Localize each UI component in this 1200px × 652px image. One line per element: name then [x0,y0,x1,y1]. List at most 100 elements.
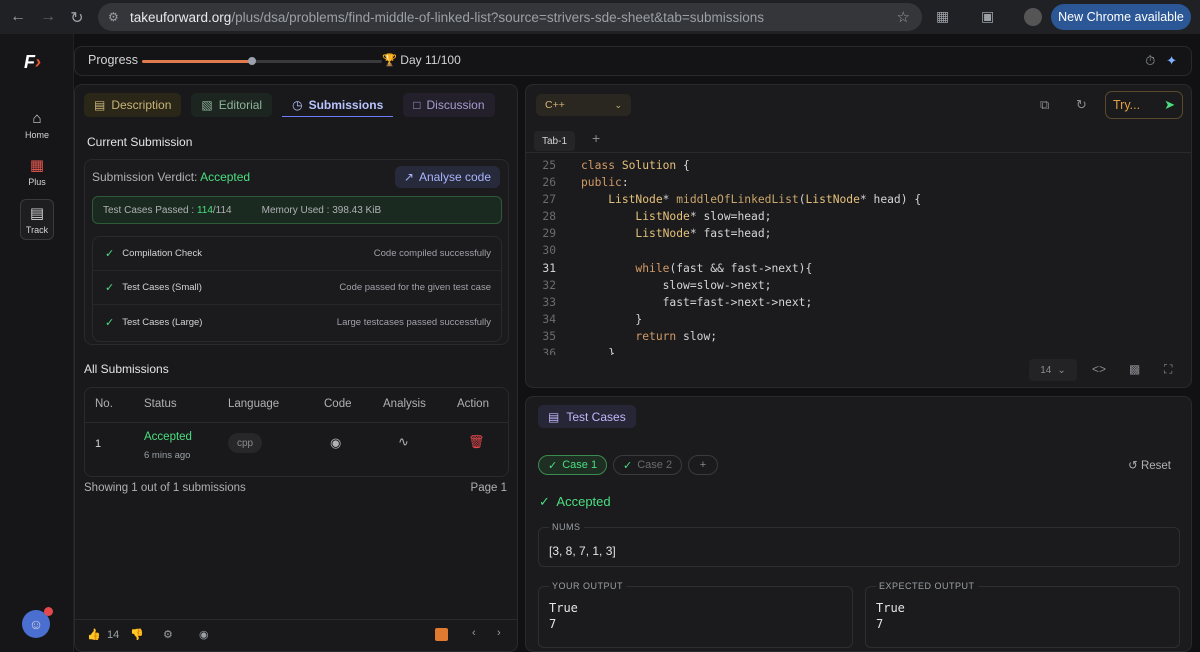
check-row: ✓Test Cases (Large)Large testcases passe… [93,305,501,339]
font-size-select[interactable]: 14⌄ [1029,359,1077,381]
problem-tabs: ▤Description ▧Editorial ◷Submissions □Di… [84,93,495,121]
clock-icon: ◷ [292,98,302,112]
analyse-code-button[interactable]: ↗Analyse code [395,166,500,188]
delete-icon[interactable]: 🗑 [468,434,485,450]
code-line: 32 slow=slow->next; [526,277,1176,294]
extensions-icon[interactable]: ▦ [936,8,949,25]
check-row: ✓Compilation CheckCode compiled successf… [93,237,501,271]
home-icon: ⌂ [20,110,54,127]
timer-icon[interactable]: ⏱ [1145,53,1155,68]
current-submission-title: Current Submission [87,135,192,149]
document-icon: ▤ [21,204,53,222]
reset-icon: ↺ [1128,460,1138,472]
back-icon[interactable]: ← [3,8,33,26]
reset-code-icon[interactable]: ↻ [1076,97,1087,113]
trophy-icon: 🏆 [382,53,397,67]
case-1-button[interactable]: ✓Case 1 [538,455,607,475]
add-case-button[interactable]: + [688,455,718,475]
nums-field: NUMS [3, 8, 7, 1, 3] [538,527,1180,567]
col-analysis: Analysis [383,398,426,410]
eye-icon[interactable]: ◉ [330,435,341,451]
copy-icon[interactable]: ⧉ [1040,97,1049,113]
code-area[interactable]: 25class Solution {26public:27 ListNode* … [526,157,1176,355]
thumbs-down-icon[interactable]: 👎 [130,628,144,641]
menu-dots-icon[interactable]: ⋮ [1194,7,1200,24]
code-editor-panel: C++⌄ ⧉ ↻ Try...➤ Tab-1 + 25class Solutio… [525,84,1192,388]
tab-submissions[interactable]: ◷Submissions [282,93,393,117]
tab-1[interactable]: Tab-1 [534,131,575,151]
file-icon: ▤ [94,98,105,112]
sparkle-icon[interactable]: ✦ [1166,53,1177,68]
code-format-icon[interactable]: <> [1092,362,1106,376]
chevron-down-icon: ⌄ [614,100,622,111]
code-line: 36 } [526,345,1176,355]
col-no: No. [95,398,113,410]
trend-up-icon: ↗ [404,170,414,184]
divider [85,422,508,423]
editor-footer: 14⌄ <> ▩ ⛶ [526,357,1191,387]
nums-value: [3, 8, 7, 1, 3] [549,544,616,558]
paint-roller-icon[interactable]: ▩ [1129,362,1140,376]
try-button[interactable]: Try...➤ [1105,91,1183,119]
cast-icon[interactable]: ▣ [981,8,994,25]
tab-editorial[interactable]: ▧Editorial [191,93,272,117]
profile-avatar[interactable] [1024,8,1042,26]
code-line: 31 while(fast && fast->next){ [526,260,1176,277]
list-icon: ▤ [548,410,559,424]
result-status: ✓ Accepted [539,494,611,510]
sidebar-item-plus[interactable]: ▦Plus [20,156,54,187]
your-output: YOUR OUTPUT True 7 [538,586,853,648]
col-language: Language [228,398,279,410]
tab-description[interactable]: ▤Description [84,93,181,117]
expected-output: EXPECTED OUTPUT True 7 [865,586,1180,648]
forward-icon[interactable]: → [33,8,63,26]
test-cases-panel: ▤Test Cases ✓Case 1 ✓Case 2 + ↺ Reset ✓ … [525,396,1192,652]
book-icon: ▧ [201,98,212,112]
language-select[interactable]: C++⌄ [536,94,631,116]
reset-button[interactable]: ↺ Reset [1128,458,1171,472]
add-tab-icon[interactable]: + [592,130,600,146]
sidebar-item-track[interactable]: ▤Track [20,199,54,240]
chevron-down-icon: ⌄ [1057,365,1065,376]
row-status: Accepted [144,431,192,443]
code-line: 28 ListNode* slow=head; [526,208,1176,225]
bookmark-star-icon[interactable]: ☆ [897,8,910,26]
bug-icon[interactable]: ⚙ [163,628,173,641]
showing-count: Showing 1 out of 1 submissions [84,482,246,494]
browser-toolbar: ← → ↻ ⚙ takeuforward.org/plus/dsa/proble… [0,0,1200,34]
test-cases-tab[interactable]: ▤Test Cases [538,405,636,428]
new-chrome-button[interactable]: New Chrome available [1051,4,1191,30]
code-line: 34 } [526,311,1176,328]
col-action: Action [457,398,489,410]
tab-discussion[interactable]: □Discussion [403,93,494,117]
checkbox-icon[interactable] [435,628,448,641]
editor-tabs: Tab-1 + [526,129,1191,153]
test-summary-bar: Test Cases Passed : 114/114 Memory Used … [92,196,502,224]
case-2-button[interactable]: ✓Case 2 [613,455,682,475]
user-avatar[interactable]: ☺ [22,610,50,638]
chat-icon: □ [413,98,420,112]
app-logo[interactable]: F› [24,52,50,74]
code-line: 30 [526,242,1176,259]
address-bar[interactable]: ⚙ takeuforward.org/plus/dsa/problems/fin… [98,3,922,31]
fullscreen-icon[interactable]: ⛶ [1164,362,1172,377]
check-icon: ✓ [548,459,557,472]
check-icon: ✓ [105,247,114,260]
notification-dot [44,607,53,616]
site-info-icon[interactable]: ⚙ [108,10,119,24]
check-icon: ✓ [105,281,114,294]
prev-icon[interactable]: ‹ [472,627,476,639]
col-status: Status [144,398,177,410]
sidebar-item-home[interactable]: ⌂Home [20,110,54,140]
pulse-icon[interactable]: ∿ [398,434,409,450]
code-line: 29 ListNode* fast=head; [526,225,1176,242]
reload-icon[interactable]: ↻ [62,8,92,28]
verdict-text: Submission Verdict: Accepted [92,170,250,184]
verdict-status: Accepted [200,170,250,184]
code-line: 25class Solution { [526,157,1176,174]
thumbs-up-icon[interactable]: 👍 [87,628,101,641]
github-icon[interactable]: ◉ [199,628,209,641]
next-icon[interactable]: › [497,627,501,639]
verdict-card: Submission Verdict: Accepted ↗Analyse co… [84,159,509,345]
memory-used: Memory Used : 398.43 KiB [262,205,382,216]
